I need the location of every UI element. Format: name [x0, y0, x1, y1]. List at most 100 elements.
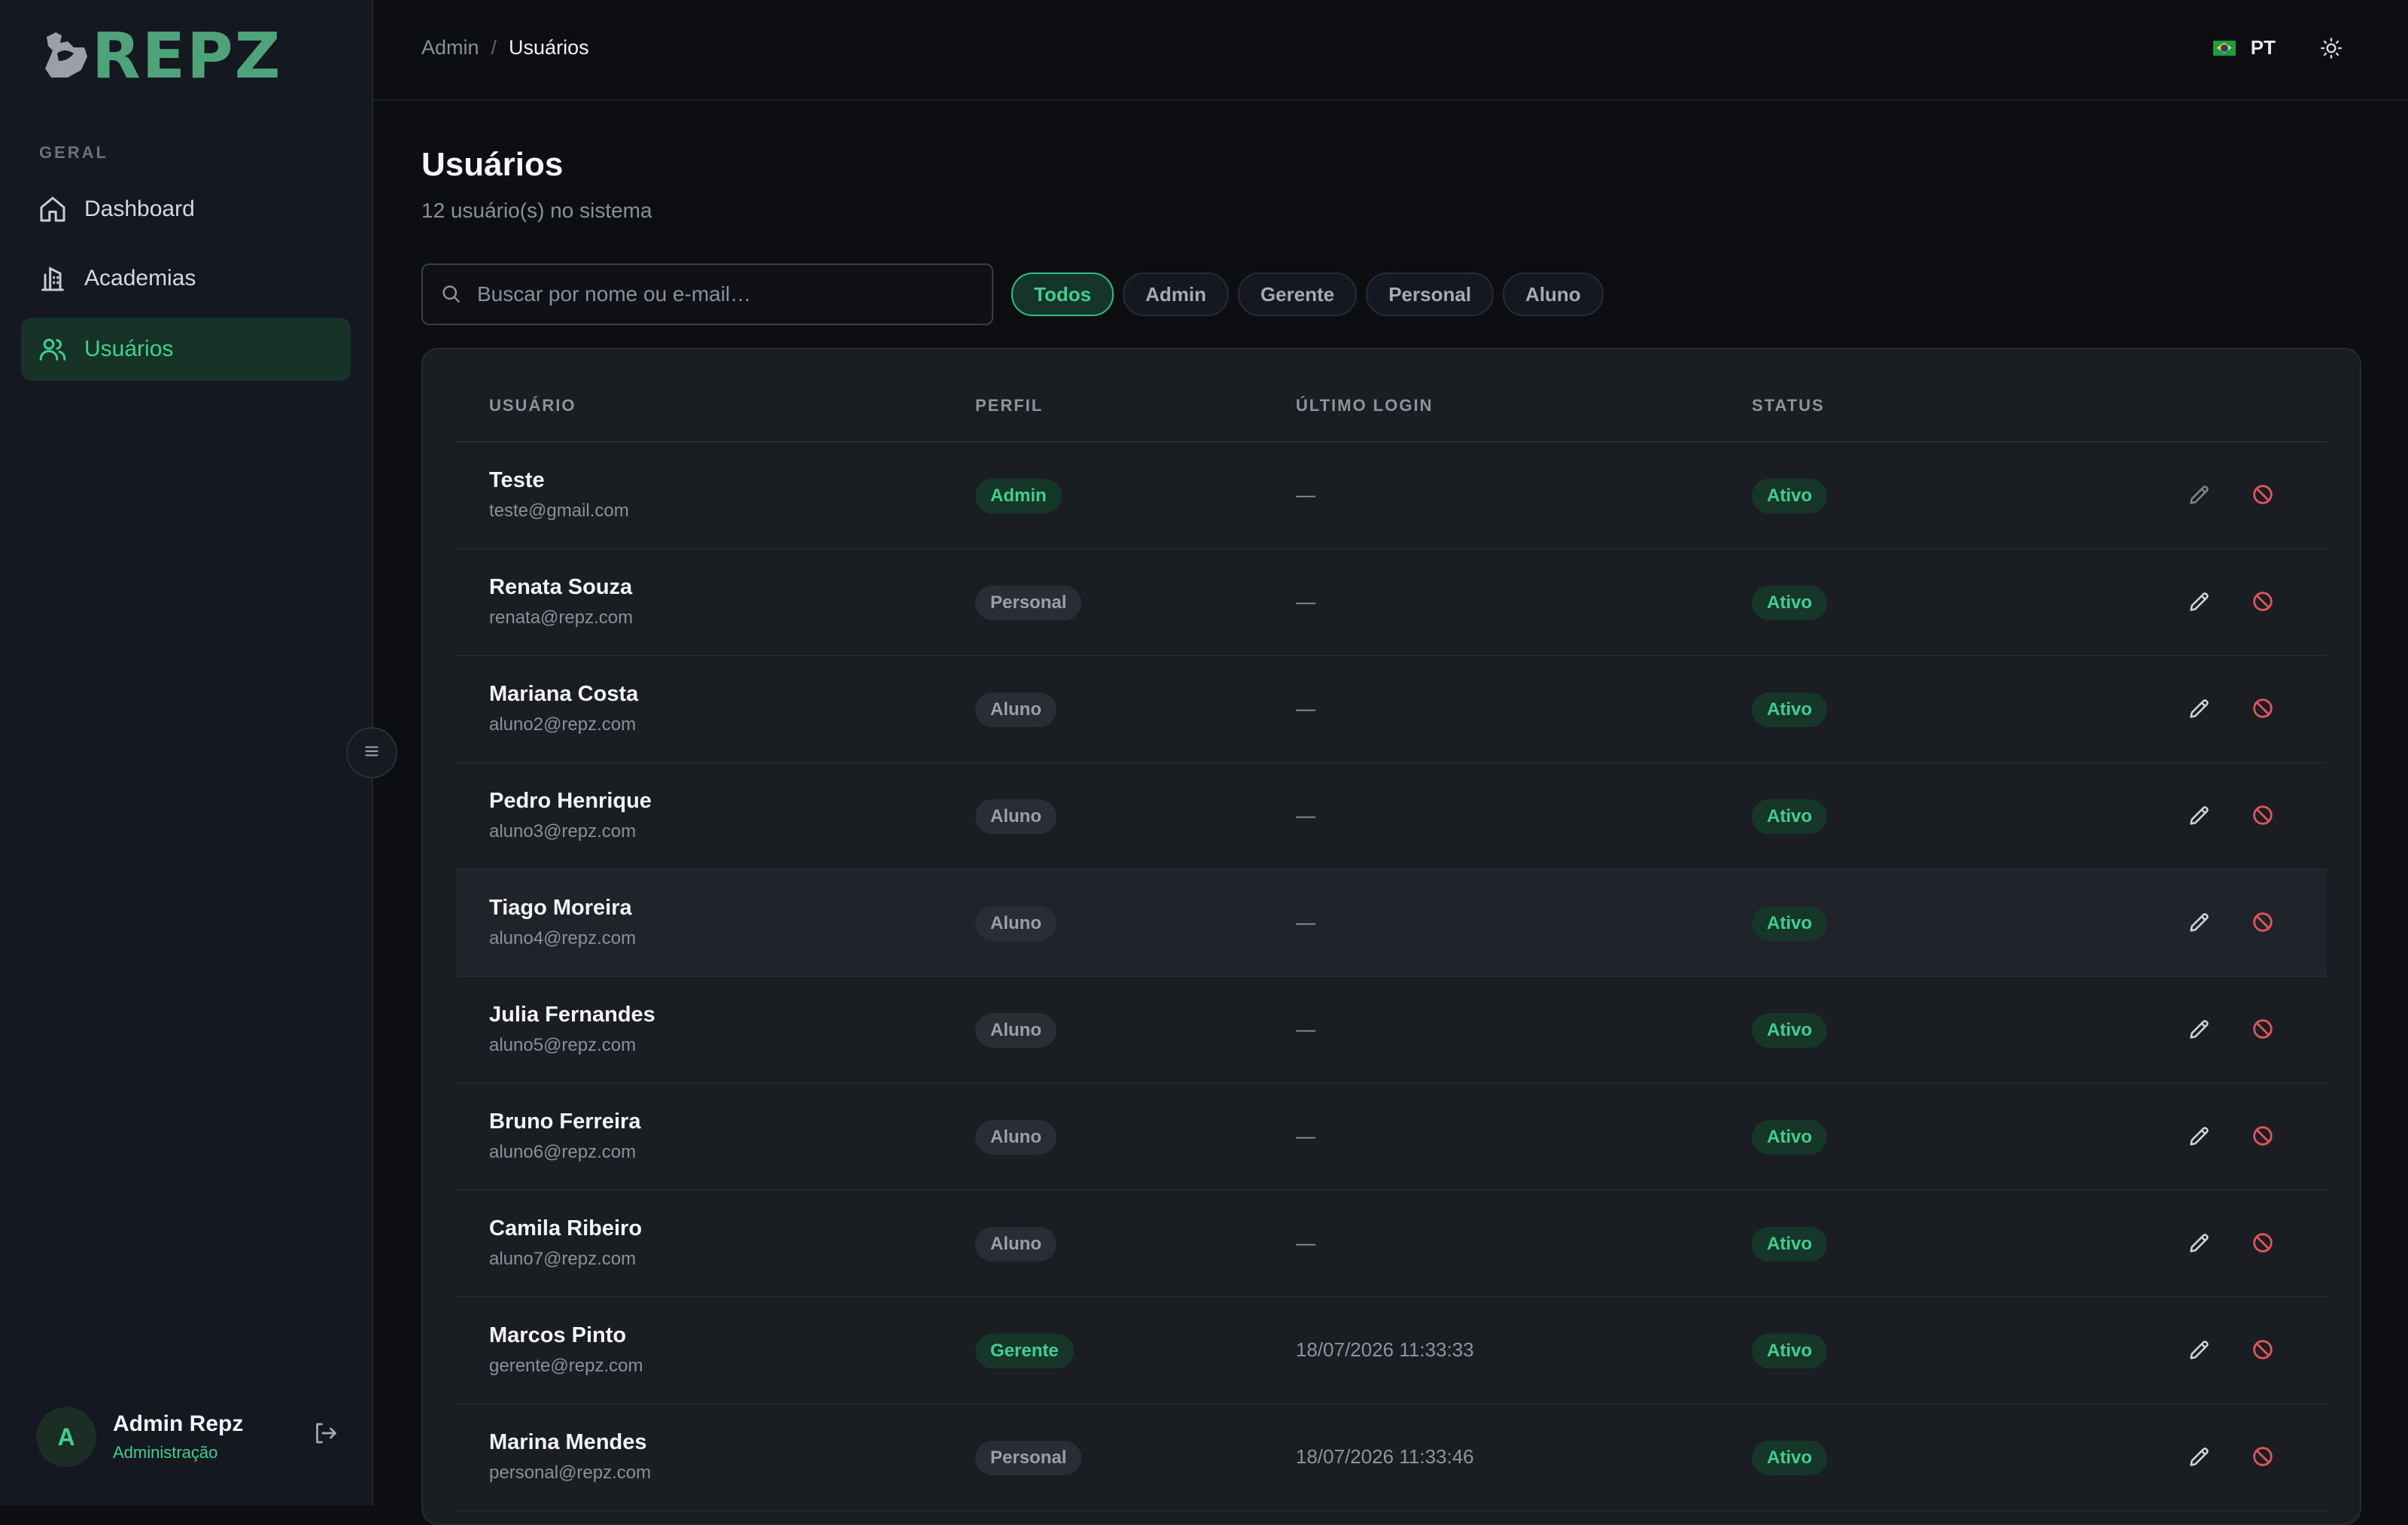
user-cell: Mariana Costa aluno2@repz.com — [489, 682, 638, 735]
deactivate-icon[interactable] — [2250, 1444, 2277, 1471]
last-login: — — [1296, 697, 1315, 720]
last-login: — — [1296, 590, 1315, 613]
search-field[interactable] — [421, 263, 993, 325]
last-login: — — [1296, 1018, 1315, 1040]
profile-badge: Aluno — [975, 1227, 1057, 1262]
table-row[interactable]: Mariana Costa aluno2@repz.com Aluno — Ativo — [456, 656, 2327, 763]
user-name: Renata Souza — [489, 575, 633, 599]
avatar[interactable]: A — [36, 1407, 96, 1467]
table-row[interactable]: Renata Souza renata@repz.com Personal — Ativ… — [456, 549, 2327, 656]
filter-gerente[interactable]: Gerente — [1237, 272, 1358, 316]
last-login: — — [1296, 804, 1315, 826]
edit-icon[interactable] — [2187, 589, 2214, 616]
table-header: USUÁRIO PERFIL ÚLTIMO LOGIN STATUS — [456, 388, 2327, 443]
user-footer: A Admin Repz Administração — [36, 1405, 345, 1469]
user-cell: Teste teste@gmail.com — [489, 468, 629, 522]
table-row[interactable]: Marcos Pinto gerente@repz.com Gerente 18/07… — [456, 1298, 2327, 1405]
user-cell: Camila Ribeiro aluno7@repz.com — [489, 1216, 642, 1270]
deactivate-icon[interactable] — [2250, 1016, 2277, 1043]
user-email: gerente@repz.com — [489, 1356, 643, 1376]
user-name: Pedro Henrique — [489, 789, 652, 813]
language-selector[interactable]: PT — [2212, 36, 2276, 59]
status-badge: Ativo — [1752, 692, 1827, 727]
users-table-card: USUÁRIO PERFIL ÚLTIMO LOGIN STATUS Teste… — [421, 348, 2361, 1525]
table-row[interactable]: Pedro Henrique aluno3@repz.com Aluno — Ativo — [456, 763, 2327, 870]
user-name: Admin Repz — [113, 1411, 244, 1436]
deactivate-icon[interactable] — [2250, 1123, 2277, 1150]
filter-aluno[interactable]: Aluno — [1503, 272, 1604, 316]
sidebar-item-label: Usuários — [84, 336, 174, 361]
user-name: Marina Mendes — [489, 1430, 647, 1454]
deactivate-icon[interactable] — [2250, 589, 2277, 616]
table-row[interactable]: Camila Ribeiro aluno7@repz.com Aluno — Ativo — [456, 1191, 2327, 1298]
search-icon — [439, 282, 464, 306]
user-cell: Pedro Henrique aluno3@repz.com — [489, 789, 652, 842]
edit-icon[interactable] — [2187, 1123, 2214, 1150]
deactivate-icon[interactable] — [2250, 1230, 2277, 1257]
user-name: Julia Fernandes — [489, 1003, 655, 1027]
user-email: aluno7@repz.com — [489, 1249, 637, 1269]
sidebar-item-label: Dashboard — [84, 196, 195, 221]
status-badge: Ativo — [1752, 479, 1827, 513]
deactivate-icon[interactable] — [2250, 696, 2277, 723]
filter-personal[interactable]: Personal — [1366, 272, 1494, 316]
sidebar-item-dashboard[interactable]: Dashboard — [21, 178, 351, 241]
language-label: PT — [2250, 36, 2276, 59]
topbar: Admin / Usuários PT — [373, 0, 2408, 101]
sun-icon[interactable] — [2319, 36, 2346, 63]
column-header-status: STATUS — [1752, 396, 1825, 415]
edit-icon[interactable] — [2187, 482, 2214, 509]
edit-icon[interactable] — [2187, 696, 2214, 723]
status-badge: Ativo — [1752, 1227, 1827, 1262]
search-input[interactable] — [476, 282, 960, 307]
last-login: — — [1296, 1125, 1315, 1147]
deactivate-icon[interactable] — [2250, 802, 2277, 829]
sidebar-item-academias[interactable]: Academias — [21, 247, 351, 310]
user-email: aluno3@repz.com — [489, 821, 637, 842]
breadcrumb: Admin / Usuários — [421, 36, 589, 59]
sidebar: REPZ GERAL Dashboard Academias Usuários … — [0, 0, 373, 1505]
profile-filters: Todos Admin Gerente Personal Aluno — [1011, 272, 1613, 316]
filter-todos[interactable]: Todos — [1011, 272, 1114, 316]
user-cell: Marina Mendes personal@repz.com — [489, 1430, 651, 1484]
repz-logo[interactable]: REPZ — [42, 24, 282, 87]
profile-badge: Aluno — [975, 906, 1057, 941]
user-name: Mariana Costa — [489, 682, 639, 706]
edit-icon[interactable] — [2187, 1016, 2214, 1043]
breadcrumb-admin[interactable]: Admin — [421, 36, 479, 59]
flexed-arm-icon — [45, 32, 87, 78]
status-badge: Ativo — [1752, 1441, 1827, 1475]
table-row[interactable]: Teste teste@gmail.com Admin — Ativo — [456, 443, 2327, 549]
table-row[interactable]: Marina Mendes personal@repz.com Personal 18… — [456, 1405, 2327, 1511]
user-cell: Tiago Moreira aluno4@repz.com — [489, 896, 636, 949]
edit-icon[interactable] — [2187, 1337, 2214, 1364]
edit-icon[interactable] — [2187, 802, 2214, 829]
edit-icon[interactable] — [2187, 1444, 2214, 1471]
deactivate-icon[interactable] — [2250, 909, 2277, 936]
column-header-last-login: ÚLTIMO LOGIN — [1296, 396, 1434, 415]
page-subtitle: 12 usuário(s) no sistema — [421, 199, 652, 222]
user-info: Admin Repz Administração — [113, 1411, 243, 1463]
user-cell: Renata Souza renata@repz.com — [489, 575, 633, 629]
last-login: — — [1296, 483, 1315, 506]
menu-icon — [362, 741, 382, 765]
deactivate-icon[interactable] — [2250, 482, 2277, 509]
table-row[interactable]: Julia Fernandes aluno5@repz.com Aluno — Ativ… — [456, 977, 2327, 1084]
filter-admin[interactable]: Admin — [1123, 272, 1229, 316]
table-row[interactable]: Tiago Moreira aluno4@repz.com Aluno — Ativo — [456, 870, 2327, 977]
status-badge: Ativo — [1752, 586, 1827, 620]
breadcrumb-separator: / — [491, 36, 497, 59]
profile-badge: Aluno — [975, 1013, 1057, 1048]
building-icon — [38, 263, 68, 294]
user-email: aluno5@repz.com — [489, 1035, 637, 1055]
sidebar-toggle-button[interactable] — [346, 727, 397, 778]
profile-badge: Admin — [975, 479, 1062, 513]
edit-icon[interactable] — [2187, 1230, 2214, 1257]
table-row[interactable]: Bruno Ferreira aluno6@repz.com Aluno — Ativo — [456, 1084, 2327, 1191]
status-badge: Ativo — [1752, 799, 1827, 834]
deactivate-icon[interactable] — [2250, 1337, 2277, 1364]
logout-icon[interactable] — [312, 1420, 345, 1453]
user-email: personal@repz.com — [489, 1463, 652, 1483]
sidebar-item-usuarios[interactable]: Usuários — [21, 318, 351, 381]
edit-icon[interactable] — [2187, 909, 2214, 936]
